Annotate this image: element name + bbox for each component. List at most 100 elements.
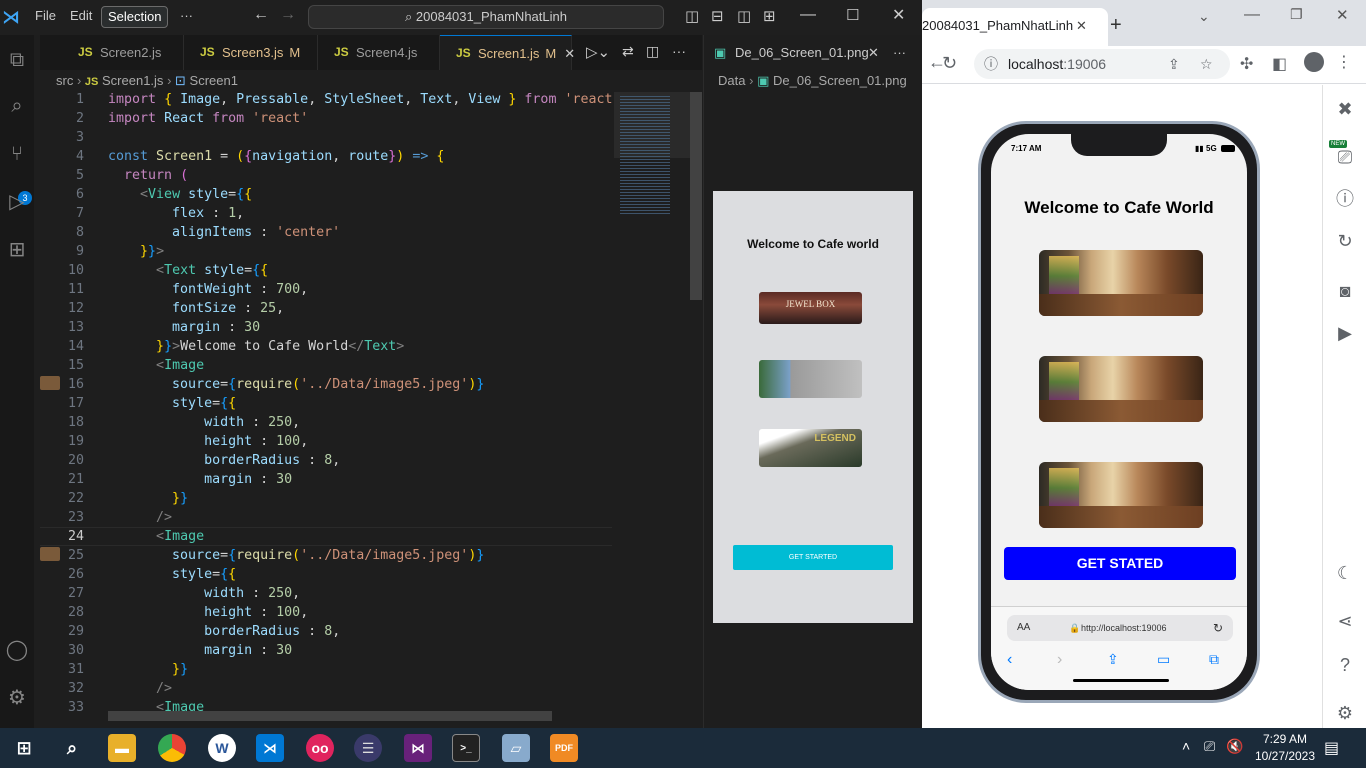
- search-icon[interactable]: ⌕: [4, 93, 30, 119]
- network-icon[interactable]: ⎚: [1204, 738, 1215, 755]
- get-started-button[interactable]: GET STATED: [1004, 547, 1236, 580]
- app-oo-icon[interactable]: oo: [306, 734, 334, 762]
- horizontal-scrollbar[interactable]: [108, 711, 552, 721]
- minimap[interactable]: [612, 92, 702, 712]
- line-number: 2: [75, 111, 84, 126]
- bookmarks-icon[interactable]: ▭: [1157, 651, 1170, 668]
- text-size-button[interactable]: AA: [1017, 615, 1030, 641]
- back-chevron-icon[interactable]: ‹: [1007, 651, 1012, 669]
- word-like-app-icon[interactable]: W: [208, 734, 236, 762]
- info-icon[interactable]: ⓘ: [1333, 187, 1357, 211]
- code-editor[interactable]: 1 2 3 4 5 6 7 8 9 10 11 12 13 14 15 16 17 18 19 20 21 22 23 24 2…: [40, 92, 612, 712]
- device-toggle-icon[interactable]: ⎚: [1333, 145, 1357, 169]
- back-arrow-icon[interactable]: ←: [253, 6, 269, 24]
- code-line: import { Image, Pressable, StyleSheet, T…: [108, 92, 612, 107]
- line-number: 31: [67, 662, 84, 677]
- tab-close-icon[interactable]: ✕: [564, 46, 575, 61]
- system-clock[interactable]: 7:29 AM 10/27/2023: [1250, 731, 1320, 765]
- reload-icon[interactable]: ↻: [942, 53, 957, 74]
- side-panel-icon[interactable]: ◧: [1272, 54, 1287, 74]
- settings-gear-icon[interactable]: ⚙: [1333, 701, 1357, 725]
- close-icon[interactable]: ✕: [1336, 6, 1349, 24]
- tab-close-icon[interactable]: ✕: [1076, 8, 1087, 44]
- command-center[interactable]: ⌕ 20084031_PhamNhatLinh: [308, 5, 664, 29]
- tab-image-preview[interactable]: ▣ De_06_Screen_01.png ✕ ···: [704, 35, 923, 70]
- chrome-menu-icon[interactable]: ⋮: [1336, 52, 1352, 72]
- file-explorer-icon[interactable]: ▬: [108, 734, 136, 762]
- tab-screen3[interactable]: JSScreen2.jsScreen3.jsM: [184, 35, 318, 70]
- tabs-icon[interactable]: ⧉: [1209, 651, 1219, 668]
- vscode-taskbar-icon[interactable]: ⋊: [256, 734, 284, 762]
- settings-gear-icon[interactable]: ⚙: [4, 685, 30, 711]
- minimize-icon[interactable]: —: [1244, 6, 1260, 24]
- search-icon[interactable]: ⌕: [58, 734, 86, 762]
- close-circle-icon[interactable]: ✖: [1333, 97, 1357, 121]
- tab-search-icon[interactable]: ⌄: [1198, 8, 1210, 25]
- image-gutter-icon: [40, 376, 60, 390]
- run-debug-icon[interactable]: ▷: [4, 189, 30, 215]
- cafe-image: [1039, 250, 1203, 316]
- source-control-icon[interactable]: ⑂: [4, 141, 30, 167]
- tab-screen2[interactable]: JS Screen2.js: [62, 35, 184, 70]
- notifications-icon[interactable]: ▤: [1324, 738, 1339, 758]
- forward-chevron-icon[interactable]: ›: [1057, 651, 1062, 669]
- rotate-icon[interactable]: ↻: [1333, 229, 1357, 253]
- breadcrumb-file[interactable]: Screen1.js: [102, 73, 163, 88]
- tab-screen4[interactable]: JS Screen4.js: [318, 35, 440, 70]
- profile-avatar[interactable]: [1304, 52, 1324, 72]
- tab-screen1[interactable]: JS Screen1.js M ✕: [440, 35, 575, 70]
- terminal-icon[interactable]: >_: [452, 734, 480, 762]
- explorer-icon[interactable]: ⧉: [4, 47, 30, 73]
- share-icon[interactable]: ⇪: [1168, 49, 1180, 79]
- minimize-icon[interactable]: —: [800, 6, 816, 24]
- reload-icon[interactable]: ↻: [1213, 615, 1223, 641]
- help-icon[interactable]: ?: [1333, 653, 1357, 677]
- windows-start-icon[interactable]: ⊞: [10, 734, 38, 762]
- dark-mode-icon[interactable]: ☾: [1333, 561, 1357, 585]
- app-folder-icon[interactable]: ▱: [502, 734, 530, 762]
- camera-icon[interactable]: ◙: [1333, 279, 1357, 303]
- maximize-icon[interactable]: ☐: [846, 6, 859, 24]
- chrome-icon[interactable]: [158, 734, 186, 762]
- share-icon[interactable]: ⇪: [1107, 651, 1119, 668]
- vertical-scrollbar[interactable]: [690, 92, 702, 300]
- run-icon[interactable]: ▷⌄: [586, 43, 610, 61]
- address-bar[interactable]: ⓘ localhost:19006 ⇪ ☆: [974, 49, 1230, 79]
- bookmark-star-icon[interactable]: ☆: [1200, 49, 1213, 79]
- menu-edit[interactable]: Edit: [70, 8, 92, 23]
- menu-selection[interactable]: Selection: [101, 6, 169, 28]
- toggle-sidebar-icon[interactable]: ◫: [685, 7, 699, 25]
- new-tab-icon[interactable]: +: [1110, 14, 1122, 37]
- app-eclipse-icon[interactable]: ☰: [354, 734, 382, 762]
- restore-icon[interactable]: ❐: [1290, 6, 1303, 23]
- menu-file[interactable]: File: [35, 8, 56, 23]
- safari-url-field[interactable]: AA 🔒 http://localhost:19006 ↻: [1007, 615, 1233, 641]
- menu-more[interactable]: ···: [180, 8, 193, 23]
- breadcrumb-symbol[interactable]: Screen1: [190, 73, 238, 88]
- code-line: const Screen1 = ({navigation, route}) =>…: [108, 149, 445, 164]
- tab-close-icon[interactable]: ✕: [868, 35, 879, 70]
- close-icon[interactable]: ✕: [892, 5, 905, 25]
- share-icon[interactable]: ⋖: [1333, 609, 1357, 633]
- toggle-secondary-sidebar-icon[interactable]: ◫: [737, 7, 751, 25]
- line-number: 28: [67, 605, 84, 620]
- more-actions-icon[interactable]: ···: [893, 35, 906, 70]
- browser-tab[interactable]: 20084031_PhamNhatLinh ✕: [922, 8, 1108, 46]
- toggle-panel-icon[interactable]: ⊟: [711, 7, 724, 25]
- customize-layout-icon[interactable]: ⊞: [763, 7, 776, 25]
- video-icon[interactable]: ▶: [1333, 321, 1357, 345]
- forward-arrow-icon[interactable]: →: [280, 6, 296, 24]
- breadcrumb-folder[interactable]: src: [56, 73, 73, 88]
- show-hidden-icons-icon[interactable]: ˄: [1182, 738, 1190, 754]
- more-actions-icon[interactable]: ···: [672, 43, 686, 59]
- extensions-icon[interactable]: ⊞: [4, 237, 30, 263]
- image-preview-pane: ▣ De_06_Screen_01.png ✕ ··· Data › ▣ De_…: [703, 35, 923, 728]
- visual-studio-icon[interactable]: ⋈: [404, 734, 432, 762]
- account-icon[interactable]: ◯: [4, 637, 30, 663]
- volume-muted-icon[interactable]: 🔇: [1226, 738, 1243, 755]
- status-time: 7:17 AM: [1011, 144, 1042, 153]
- split-editor-icon[interactable]: ◫: [646, 43, 659, 60]
- pdf-app-icon[interactable]: PDF: [550, 734, 578, 762]
- extensions-puzzle-icon[interactable]: ✣: [1240, 54, 1253, 74]
- compare-icon[interactable]: ⇄: [622, 43, 634, 60]
